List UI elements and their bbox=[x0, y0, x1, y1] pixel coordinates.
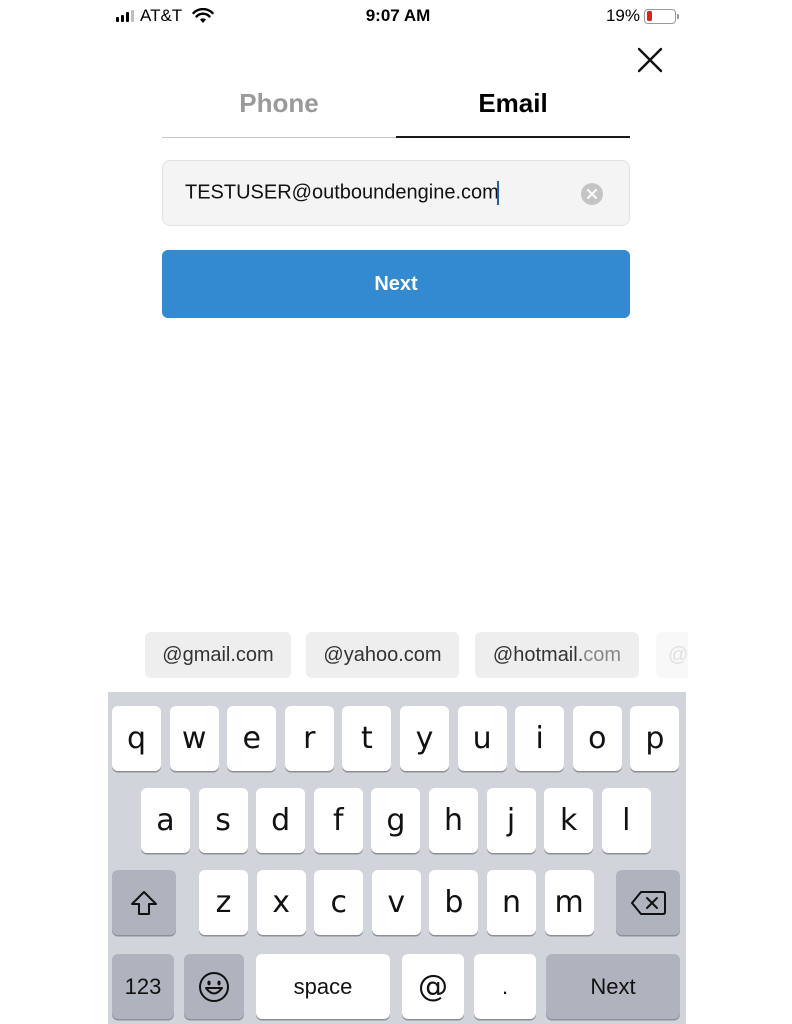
next-button[interactable]: Next bbox=[162, 250, 630, 318]
key-w[interactable]: w bbox=[169, 706, 219, 771]
numbers-key[interactable]: 123 bbox=[112, 954, 174, 1019]
key-q[interactable]: q bbox=[112, 706, 161, 771]
status-bar: AT&T 9:07 AM 19% bbox=[108, 0, 688, 34]
emoji-icon bbox=[199, 971, 229, 1002]
key-d[interactable]: d bbox=[256, 788, 306, 853]
key-z[interactable]: z bbox=[199, 870, 248, 935]
return-next-key[interactable]: Next bbox=[546, 954, 680, 1019]
email-input[interactable]: TESTUSER@outboundengine.com bbox=[162, 160, 630, 226]
delete-key[interactable] bbox=[616, 870, 680, 935]
shift-key[interactable] bbox=[112, 870, 176, 935]
battery-icon bbox=[644, 8, 679, 24]
close-button[interactable] bbox=[636, 46, 664, 74]
shift-icon bbox=[131, 890, 157, 915]
suggestion-more[interactable]: @ bbox=[656, 632, 688, 678]
key-k[interactable]: k bbox=[544, 788, 594, 853]
key-l[interactable]: l bbox=[601, 788, 651, 853]
key-a[interactable]: a bbox=[141, 788, 190, 853]
key-u[interactable]: u bbox=[457, 706, 507, 771]
battery-percent: 19% bbox=[605, 6, 640, 25]
clear-circle-icon bbox=[587, 189, 597, 199]
close-icon bbox=[637, 47, 663, 73]
email-text: TESTUSER@outboundengine.com bbox=[185, 181, 499, 204]
key-b[interactable]: b bbox=[429, 870, 479, 935]
key-g[interactable]: g bbox=[371, 788, 421, 853]
emoji-key[interactable] bbox=[184, 954, 244, 1019]
login-method-tabs: Phone Email bbox=[162, 80, 630, 138]
key-i[interactable]: i bbox=[515, 706, 565, 771]
suggestion-yahoo[interactable]: @yahoo.com bbox=[306, 632, 459, 678]
status-time: 9:07 AM bbox=[365, 6, 431, 25]
backspace-icon bbox=[631, 890, 666, 915]
key-v[interactable]: v bbox=[371, 870, 421, 935]
suggestion-label: @ bbox=[668, 643, 688, 666]
suggestion-label: @yahoo.com bbox=[323, 643, 442, 666]
suggestion-label: @hotmail. bbox=[492, 643, 584, 666]
key-r[interactable]: r bbox=[284, 706, 334, 771]
key-p[interactable]: p bbox=[630, 706, 680, 771]
dot-key[interactable]: . bbox=[474, 954, 536, 1019]
suggestion-hotmail[interactable]: @hotmail. com bbox=[475, 632, 639, 678]
suggestion-gmail[interactable]: @gmail.com bbox=[145, 632, 291, 678]
key-t[interactable]: t bbox=[342, 706, 392, 771]
status-right: 19% bbox=[605, 6, 679, 26]
keyboard: qwertyuiop asdfghjkl zxcvbnm 123 space @ bbox=[108, 692, 686, 1024]
suggestion-label-fade: com bbox=[583, 643, 622, 666]
key-o[interactable]: o bbox=[572, 706, 622, 771]
space-key[interactable]: space bbox=[256, 954, 390, 1019]
key-m[interactable]: m bbox=[544, 870, 594, 935]
tab-phone[interactable]: Phone bbox=[162, 80, 396, 138]
email-domain-suggestions: @gmail.com @yahoo.com @hotmail. com @ bbox=[108, 632, 688, 678]
email-input-value[interactable]: TESTUSER@outboundengine.com bbox=[185, 181, 499, 205]
key-c[interactable]: c bbox=[314, 870, 364, 935]
tab-email[interactable]: Email bbox=[396, 80, 630, 138]
at-key[interactable]: @ bbox=[402, 954, 464, 1019]
key-y[interactable]: y bbox=[400, 706, 449, 771]
suggestion-label: @gmail.com bbox=[162, 643, 274, 666]
key-s[interactable]: s bbox=[198, 788, 248, 853]
key-j[interactable]: j bbox=[486, 788, 536, 853]
key-n[interactable]: n bbox=[487, 870, 536, 935]
key-e[interactable]: e bbox=[227, 706, 277, 771]
key-f[interactable]: f bbox=[313, 788, 363, 853]
key-x[interactable]: x bbox=[256, 870, 306, 935]
key-h[interactable]: h bbox=[429, 788, 478, 853]
clear-input-button[interactable] bbox=[581, 183, 603, 205]
text-caret bbox=[496, 181, 499, 205]
